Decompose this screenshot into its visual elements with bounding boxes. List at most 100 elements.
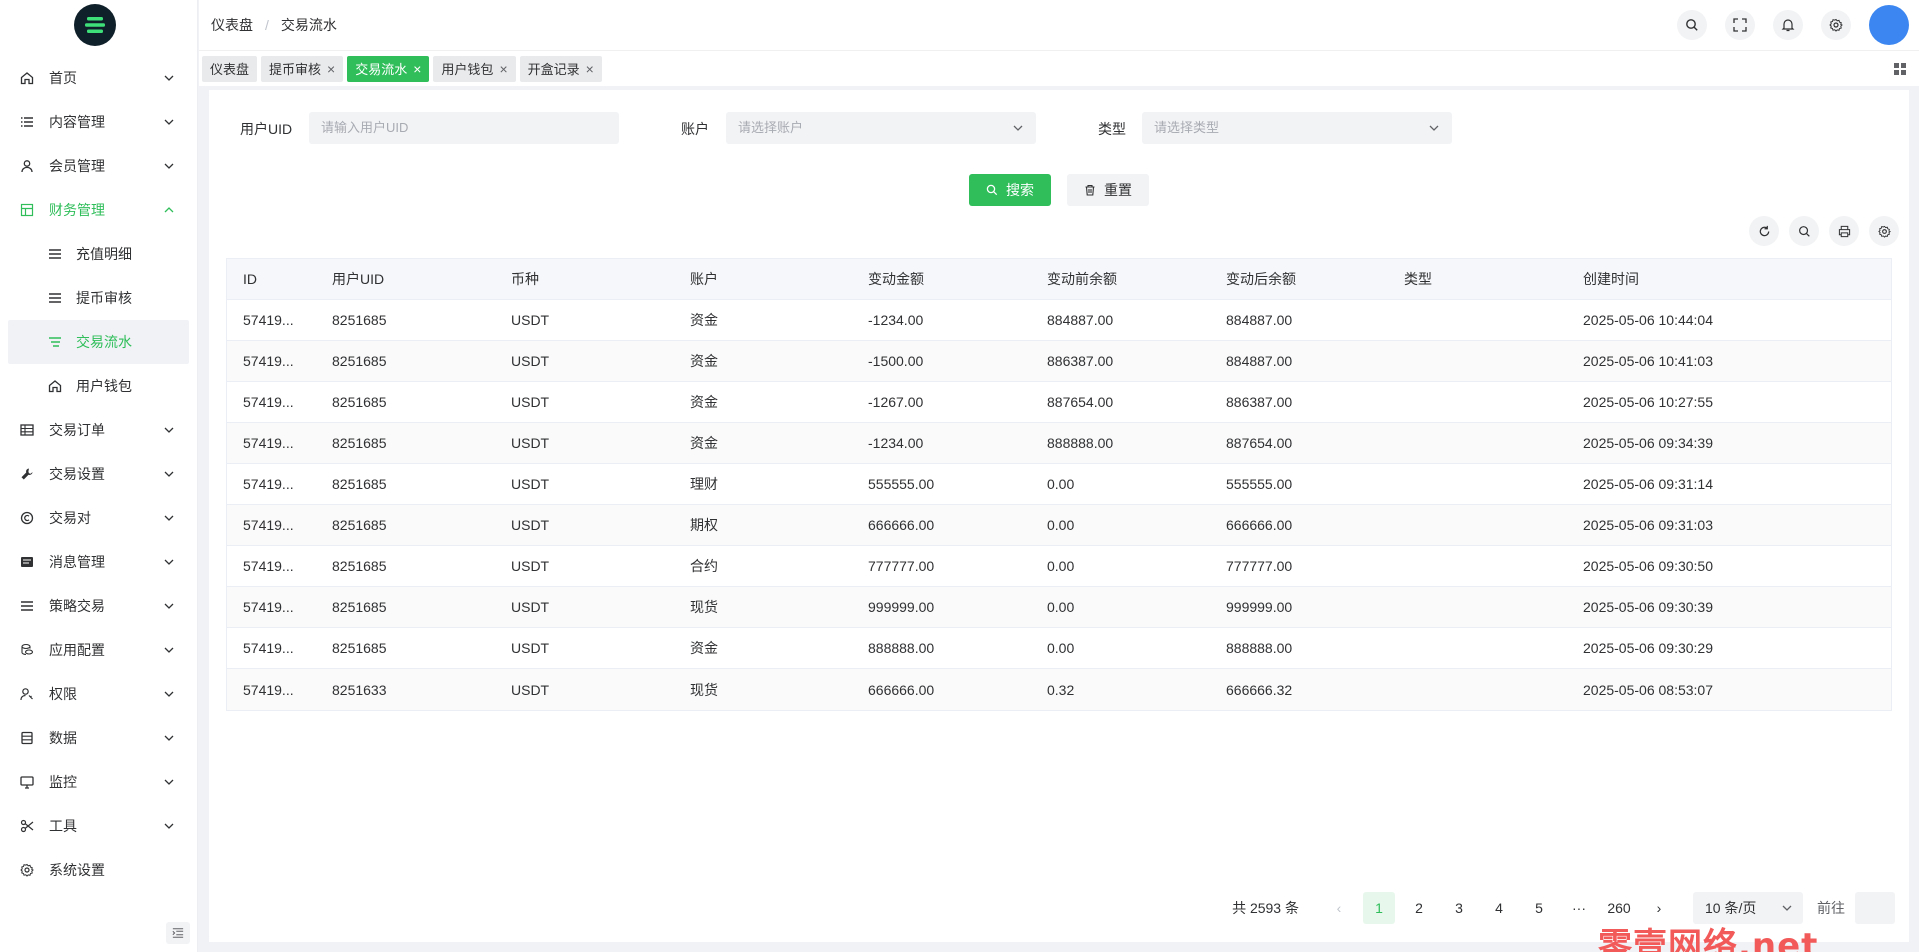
chevron-down-icon bbox=[1429, 125, 1439, 131]
gear-icon bbox=[1829, 18, 1843, 32]
table-cell: 2025-05-06 09:30:50 bbox=[1583, 558, 1713, 574]
sidebar-item-label: 消息管理 bbox=[49, 554, 105, 570]
table-row[interactable]: 57419... 8251685 USDT 理财 555555.00 0.00 555555… bbox=[227, 464, 1891, 505]
table-cell: 2025-05-06 10:41:03 bbox=[1583, 353, 1713, 369]
close-icon[interactable]: × bbox=[327, 62, 335, 76]
breadcrumb-home[interactable]: 仪表盘 bbox=[211, 15, 253, 35]
search-button[interactable]: 搜索 bbox=[969, 174, 1051, 206]
sidebar-subitem-0[interactable]: 充值明细 bbox=[8, 232, 189, 276]
tab-tag-1[interactable]: 提币审核 × bbox=[261, 55, 344, 82]
settings-button[interactable] bbox=[1821, 10, 1851, 40]
sidebar-item-5[interactable]: 交易设置 bbox=[0, 452, 197, 496]
sidebar-item-12[interactable]: 监控 bbox=[0, 760, 197, 804]
refresh-button[interactable] bbox=[1749, 216, 1779, 246]
page-number-4[interactable]: 5 bbox=[1523, 892, 1555, 924]
table-cell: -1234.00 bbox=[868, 435, 924, 451]
logo[interactable] bbox=[74, 4, 116, 46]
table-cell: 57419... bbox=[243, 394, 294, 410]
print-button[interactable] bbox=[1829, 216, 1859, 246]
sidebar-item-10[interactable]: 权限 bbox=[0, 672, 197, 716]
close-icon[interactable]: × bbox=[499, 62, 507, 76]
sidebar-subitem-2[interactable]: 交易流水 bbox=[8, 320, 189, 364]
sidebar-item-11[interactable]: 数据 bbox=[0, 716, 197, 760]
page-number-5[interactable]: ··· bbox=[1563, 892, 1595, 924]
sidebar-subitem-label: 用户钱包 bbox=[76, 378, 132, 394]
table-cell: USDT bbox=[511, 394, 550, 410]
sidebar-subitem-1[interactable]: 提币审核 bbox=[8, 276, 189, 320]
table-row[interactable]: 57419... 8251685 USDT 合约 777777.00 0.00 777777… bbox=[227, 546, 1891, 587]
sidebar-item-label: 监控 bbox=[49, 774, 77, 790]
account-placeholder: 请选择账户 bbox=[738, 120, 804, 135]
sidebar-item-1[interactable]: 内容管理 bbox=[0, 100, 197, 144]
prev-page-button[interactable]: ‹ bbox=[1323, 892, 1355, 924]
page-number-2[interactable]: 3 bbox=[1443, 892, 1475, 924]
table-cell: 现货 bbox=[690, 681, 718, 698]
fullscreen-button[interactable] bbox=[1725, 10, 1755, 40]
type-select[interactable]: 请选择类型 bbox=[1142, 112, 1452, 144]
table-cell: 0.32 bbox=[1047, 681, 1075, 698]
sidebar-item-4[interactable]: 交易订单 bbox=[0, 408, 197, 452]
header-search-button[interactable] bbox=[1677, 10, 1707, 40]
sidebar-item-7[interactable]: 消息管理 bbox=[0, 540, 197, 584]
toggle-search-button[interactable] bbox=[1789, 216, 1819, 246]
chevron-down-icon bbox=[164, 823, 174, 829]
active-lines-icon bbox=[49, 337, 61, 347]
tab-tag-3[interactable]: 用户钱包 × bbox=[433, 55, 516, 82]
sidebar-item-14[interactable]: 系统设置 bbox=[0, 848, 197, 892]
page-number-3[interactable]: 4 bbox=[1483, 892, 1515, 924]
sidebar-item-2[interactable]: 会员管理 bbox=[0, 144, 197, 188]
menu-lines-icon bbox=[49, 293, 61, 303]
user-icon bbox=[21, 160, 33, 173]
notification-button[interactable] bbox=[1773, 10, 1803, 40]
user-avatar[interactable] bbox=[1869, 5, 1909, 45]
uid-input[interactable]: 请输入用户UID bbox=[309, 112, 619, 144]
table-row[interactable]: 57419... 8251685 USDT 资金 -1234.00 884887.00 88… bbox=[227, 300, 1891, 341]
sidebar-item-label: 策略交易 bbox=[49, 598, 105, 614]
tag-label: 仪表盘 bbox=[210, 62, 250, 77]
table-row[interactable]: 57419... 8251685 USDT 现货 999999.00 0.00 999999… bbox=[227, 587, 1891, 628]
table-cell: 期权 bbox=[690, 517, 718, 533]
table-row[interactable]: 57419... 8251685 USDT 资金 -1234.00 888888.00 88… bbox=[227, 423, 1891, 464]
table-cell: 资金 bbox=[690, 312, 718, 328]
table-row[interactable]: 57419... 8251685 USDT 期权 666666.00 0.00 666666… bbox=[227, 505, 1891, 546]
sidebar-item-0[interactable]: 首页 bbox=[0, 56, 197, 100]
close-icon[interactable]: × bbox=[413, 62, 421, 76]
column-header: 变动金额 bbox=[868, 271, 924, 287]
table-cell: 57419... bbox=[243, 640, 294, 656]
sidebar-subitem-label: 提币审核 bbox=[76, 290, 132, 306]
sidebar-collapse-button[interactable] bbox=[166, 922, 190, 944]
sidebar-item-8[interactable]: 策略交易 bbox=[0, 584, 197, 628]
table-cell: 资金 bbox=[690, 640, 718, 656]
table-row[interactable]: 57419... 8251685 USDT 资金 888888.00 0.00 888888… bbox=[227, 628, 1891, 669]
table-cell: 884887.00 bbox=[1226, 312, 1293, 328]
page-number-1[interactable]: 2 bbox=[1403, 892, 1435, 924]
goto-page-input[interactable] bbox=[1855, 892, 1895, 924]
sidebar-item-label: 交易订单 bbox=[49, 422, 105, 438]
column-settings-button[interactable] bbox=[1869, 216, 1899, 246]
sidebar-item-9[interactable]: 应用配置 bbox=[0, 628, 197, 672]
column-header: 变动前余额 bbox=[1047, 271, 1117, 287]
sidebar-item-3[interactable]: 财务管理 bbox=[0, 188, 197, 232]
column-header: 用户UID bbox=[332, 271, 385, 287]
tab-tag-4[interactable]: 开盒记录 × bbox=[519, 55, 602, 82]
sidebar-item-13[interactable]: 工具 bbox=[0, 804, 197, 848]
close-icon[interactable]: × bbox=[586, 62, 594, 76]
tab-tag-0[interactable]: 仪表盘 bbox=[202, 55, 258, 82]
table-row[interactable]: 57419... 8251633 USDT 现货 666666.00 0.32 666666… bbox=[227, 669, 1891, 710]
sidebar-item-6[interactable]: 交易对 bbox=[0, 496, 197, 540]
table-cell: 8251633 bbox=[332, 681, 387, 698]
reset-button[interactable]: 重置 bbox=[1067, 174, 1149, 206]
page-number-0[interactable]: 1 bbox=[1363, 892, 1395, 924]
account-select[interactable]: 请选择账户 bbox=[726, 112, 1036, 144]
table-cell: 8251685 bbox=[332, 640, 387, 656]
sidebar-subitem-3[interactable]: 用户钱包 bbox=[8, 364, 189, 408]
list-icon bbox=[21, 117, 33, 127]
table-row[interactable]: 57419... 8251685 USDT 资金 -1500.00 886387.00 88… bbox=[227, 341, 1891, 382]
sidebar-subitem-label: 充值明细 bbox=[76, 246, 132, 262]
tab-tag-2[interactable]: 交易流水 × bbox=[347, 55, 430, 82]
sidebar-item-label: 首页 bbox=[49, 70, 77, 86]
sidebar-item-label: 系统设置 bbox=[49, 862, 105, 878]
tags-menu-icon[interactable] bbox=[1893, 62, 1907, 76]
chevron-down-icon bbox=[1013, 125, 1023, 131]
table-row[interactable]: 57419... 8251685 USDT 资金 -1267.00 887654.00 88… bbox=[227, 382, 1891, 423]
